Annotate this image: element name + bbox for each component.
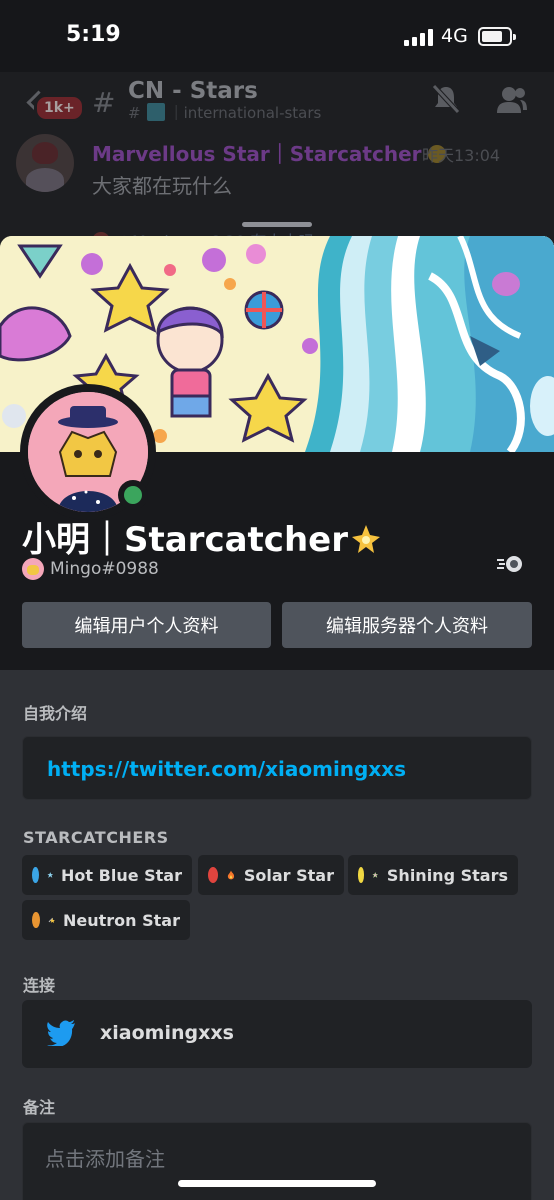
- roles-title: STARCATCHERS: [23, 828, 169, 847]
- status-bar: 5:19 4G: [0, 0, 554, 72]
- channel-name[interactable]: CN - Stars: [128, 78, 258, 104]
- nitro-icon[interactable]: [496, 554, 526, 574]
- username[interactable]: Mingo#0988: [50, 559, 159, 579]
- role-chip[interactable]: Solar Star: [198, 855, 344, 895]
- edit-user-profile-button[interactable]: 编辑用户个人资料: [22, 602, 271, 648]
- unread-badge: 1k+: [34, 94, 85, 122]
- star-emoji-icon: [146, 103, 165, 121]
- glowing-star-icon: [352, 525, 380, 553]
- role-color-dot: [32, 867, 39, 883]
- role-label: Solar Star: [243, 865, 334, 885]
- display-name: 小明｜Starcatcher: [22, 512, 382, 561]
- comet-icon: [48, 917, 55, 923]
- message-text: 大家都在玩什么: [92, 174, 232, 198]
- sheet-grabber[interactable]: [242, 222, 312, 227]
- note-input[interactable]: 点击添加备注: [22, 1122, 532, 1200]
- about-link[interactable]: https://twitter.com/xiaomingxxs: [47, 757, 406, 781]
- connection-card[interactable]: xiaomingxxs: [22, 1000, 532, 1068]
- signal-icon: [404, 28, 433, 46]
- hash-icon: #: [92, 86, 116, 119]
- battery-icon: [478, 27, 516, 46]
- role-label: Neutron Star: [63, 910, 180, 930]
- note-placeholder: 点击添加备注: [45, 1147, 165, 1171]
- profile-sheet: 小明｜Starcatcher Mingo#0988 编辑用户个人资料 编辑服务器…: [0, 236, 554, 1200]
- sparkle-star-icon: [372, 872, 379, 878]
- channel-sub-label: international-stars: [183, 104, 322, 122]
- star-icon: [46, 872, 53, 878]
- note-title: 备注: [23, 1098, 56, 1117]
- network-type: 4G: [441, 25, 468, 47]
- role-label: Hot Blue Star: [61, 865, 182, 885]
- members-icon[interactable]: [496, 86, 528, 114]
- edit-server-profile-button[interactable]: 编辑服务器个人资料: [282, 602, 532, 648]
- about-title: 自我介绍: [23, 704, 88, 723]
- status-time: 5:19: [66, 22, 121, 47]
- role-color-dot: [32, 912, 40, 928]
- role-color-dot: [208, 867, 218, 883]
- mini-avatar-icon: [22, 558, 44, 580]
- connections-title: 连接: [23, 976, 56, 995]
- about-card: https://twitter.com/xiaomingxxs: [22, 736, 532, 800]
- message-timestamp: 昨天13:04: [422, 146, 501, 165]
- role-label: Shining Stars: [386, 865, 508, 885]
- home-indicator[interactable]: [178, 1180, 376, 1187]
- message-author[interactable]: Marvellous Star｜Starcatcher: [92, 138, 446, 167]
- role-chip[interactable]: Shining Stars: [348, 855, 518, 895]
- role-chip[interactable]: Neutron Star: [22, 900, 190, 940]
- fire-icon: [227, 870, 235, 880]
- channel-sub: # ｜international-stars: [128, 103, 322, 122]
- role-color-dot: [358, 867, 365, 883]
- online-status-icon: [118, 480, 148, 510]
- role-chip[interactable]: Hot Blue Star: [22, 855, 192, 895]
- message-avatar[interactable]: [16, 134, 74, 192]
- connection-name: xiaomingxxs: [100, 1022, 234, 1044]
- twitter-icon: [47, 1020, 75, 1046]
- username-row: Mingo#0988: [22, 558, 159, 580]
- muted-bell-icon[interactable]: [430, 84, 462, 114]
- profile-avatar-frame: [20, 384, 156, 520]
